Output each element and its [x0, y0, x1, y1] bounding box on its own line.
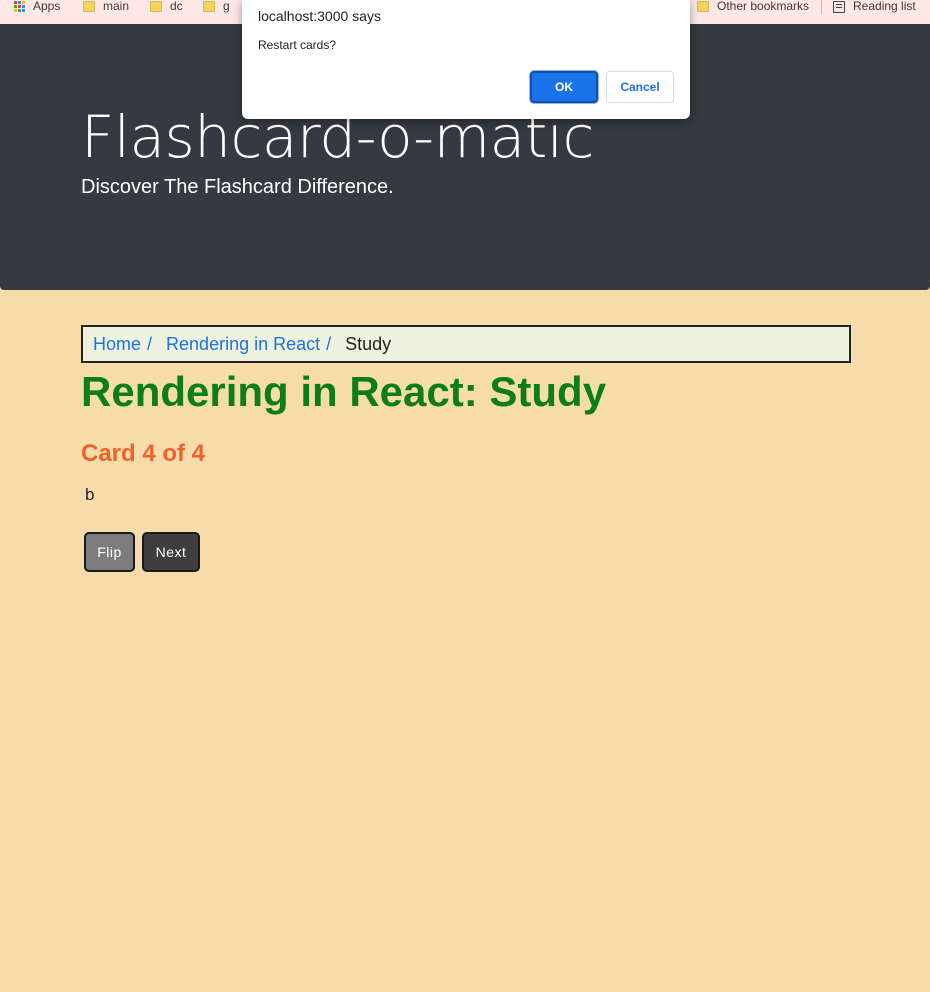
breadcrumb-current: Study [345, 333, 392, 354]
reading-list-label: Reading list [853, 0, 916, 13]
confirm-dialog: localhost:3000 says Restart cards? OK Ca… [242, 0, 690, 119]
bookmark-dc[interactable]: dc [150, 0, 183, 13]
bookmark-apps[interactable]: Apps [14, 0, 60, 13]
reading-list[interactable]: Reading list [833, 0, 916, 13]
bookmark-apps-label: Apps [33, 0, 61, 13]
card-count: Card 4 of 4 [81, 440, 206, 467]
site-tagline: Discover The Flashcard Difference. [81, 176, 394, 198]
card-text: b [85, 485, 95, 504]
reading-list-icon [833, 0, 845, 13]
bookmark-divider [821, 0, 822, 14]
next-button[interactable]: Next [142, 532, 200, 572]
bookmark-label: g [223, 0, 230, 13]
breadcrumb-home-link[interactable]: Home [93, 334, 141, 355]
bookmark-label: dc [170, 0, 183, 13]
bookmark-g[interactable]: g [203, 0, 230, 13]
apps-grid-icon [14, 1, 25, 12]
cancel-button[interactable]: Cancel [606, 71, 674, 103]
ok-button[interactable]: OK [530, 71, 598, 103]
flip-button[interactable]: Flip [84, 532, 135, 572]
breadcrumb-separator: / [147, 333, 153, 354]
breadcrumb: Home / Rendering in React / Study [81, 325, 851, 363]
folder-icon [150, 1, 162, 12]
page-title: Rendering in React: Study [81, 368, 607, 415]
dialog-title: localhost:3000 says [258, 8, 381, 24]
bookmark-main[interactable]: main [83, 0, 129, 13]
dialog-message: Restart cards? [258, 38, 337, 52]
bookmark-label: main [103, 0, 130, 13]
bookmark-other[interactable]: Other bookmarks [697, 0, 809, 13]
breadcrumb-deck-link[interactable]: Rendering in React [166, 334, 320, 355]
folder-icon [83, 1, 95, 12]
breadcrumb-separator: / [326, 333, 332, 354]
folder-icon [203, 1, 215, 12]
bookmark-other-label: Other bookmarks [717, 0, 810, 13]
folder-icon [697, 1, 709, 12]
